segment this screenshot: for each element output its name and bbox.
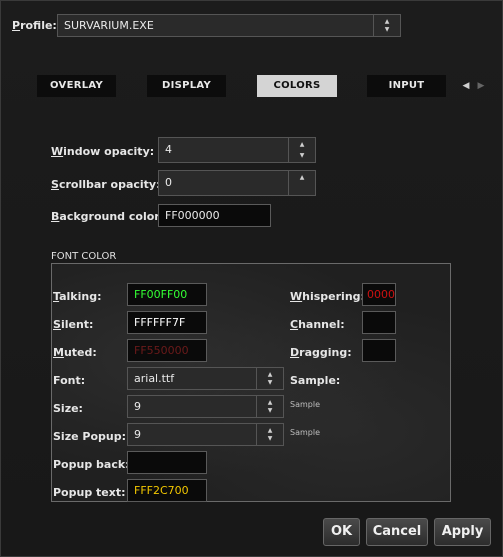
down-arrow-icon[interactable]: ▼ (289, 152, 315, 160)
whispering-label: Whispering: (290, 290, 365, 303)
right-arrow-icon[interactable]: ▶ (475, 77, 487, 95)
scrollbar-opacity-label: Scrollbar opacity: (51, 178, 161, 191)
talking-color-field[interactable]: FF00FF00 (127, 283, 207, 306)
down-arrow-icon: ▼ (384, 26, 390, 33)
tab-overlay[interactable]: OVERLAY (37, 75, 116, 97)
up-arrow-icon: ▲ (384, 18, 390, 25)
up-arrow-icon[interactable]: ▲ (289, 141, 315, 149)
profile-select[interactable]: SURVARIUM.EXE ▲ ▼ (57, 14, 401, 37)
left-arrow-icon[interactable]: ◀ (460, 77, 472, 95)
cancel-button[interactable]: Cancel (366, 518, 428, 546)
tab-input[interactable]: INPUT (367, 75, 446, 97)
size-popup-label: Size Popup: (53, 430, 126, 443)
scrollbar-opacity-stepper[interactable]: 0 ▲ (158, 170, 316, 196)
tab-colors[interactable]: COLORS (257, 75, 337, 97)
font-color-title: FONT COLOR (51, 251, 117, 262)
size-value: 9 (134, 400, 141, 413)
talking-label: Talking: (53, 290, 102, 303)
size-stepper[interactable]: 9 ▲ ▼ (127, 395, 284, 418)
dragging-label: Dragging: (290, 346, 352, 359)
up-arrow-icon[interactable]: ▲ (289, 174, 315, 182)
silent-color-field[interactable]: FFFFFF7F (127, 311, 207, 334)
window-opacity-value: 4 (165, 143, 172, 156)
tab-display[interactable]: DISPLAY (147, 75, 226, 97)
apply-button[interactable]: Apply (434, 518, 491, 546)
scrollbar-opacity-arrows[interactable]: ▲ (288, 171, 315, 195)
window-opacity-stepper[interactable]: 4 ▲ ▼ (158, 137, 316, 163)
profile-select-arrows[interactable]: ▲ ▼ (373, 15, 400, 36)
up-arrow-icon[interactable]: ▲ (257, 399, 283, 407)
whispering-color-field[interactable]: 0000 (362, 283, 396, 306)
size-popup-stepper[interactable]: 9 ▲ ▼ (127, 423, 284, 446)
muted-label: Muted: (53, 346, 97, 359)
size-arrows[interactable]: ▲ ▼ (256, 396, 283, 417)
size-label: Size: (53, 402, 83, 415)
background-color-field[interactable]: FF000000 (158, 204, 271, 227)
scrollbar-opacity-value: 0 (165, 176, 172, 189)
up-arrow-icon[interactable]: ▲ (257, 427, 283, 435)
font-value: arial.ttf (134, 372, 175, 385)
popup-text-color-field[interactable]: FFF2C700 (127, 479, 207, 502)
size-popup-sample-text: Sample (290, 428, 320, 437)
popup-back-label: Popup back: (53, 458, 130, 471)
channel-label: Channel: (290, 318, 345, 331)
up-arrow-icon: ▲ (267, 371, 273, 378)
profile-label: Profile: (12, 19, 57, 32)
down-arrow-icon[interactable]: ▼ (257, 407, 283, 415)
window-opacity-arrows[interactable]: ▲ ▼ (288, 138, 315, 162)
size-popup-arrows[interactable]: ▲ ▼ (256, 424, 283, 445)
popup-back-color-field[interactable] (127, 451, 207, 474)
sample-label: Sample: (290, 374, 341, 387)
size-popup-value: 9 (134, 428, 141, 441)
font-select-arrows[interactable]: ▲ ▼ (256, 368, 283, 389)
size-sample-text: Sample (290, 400, 320, 409)
muted-color-field[interactable]: FF550000 (127, 339, 207, 362)
down-arrow-icon[interactable]: ▼ (257, 435, 283, 443)
background-color-label: Background color: (51, 210, 165, 223)
profile-value: SURVARIUM.EXE (64, 19, 154, 32)
down-arrow-icon: ▼ (267, 379, 273, 386)
silent-label: Silent: (53, 318, 94, 331)
font-select[interactable]: arial.ttf ▲ ▼ (127, 367, 284, 390)
ok-button[interactable]: OK (323, 518, 360, 546)
channel-color-field[interactable] (362, 311, 396, 334)
font-label: Font: (53, 374, 86, 387)
window-opacity-label: Window opacity: (51, 145, 155, 158)
popup-text-label: Popup text: (53, 486, 126, 499)
dragging-color-field[interactable] (362, 339, 396, 362)
